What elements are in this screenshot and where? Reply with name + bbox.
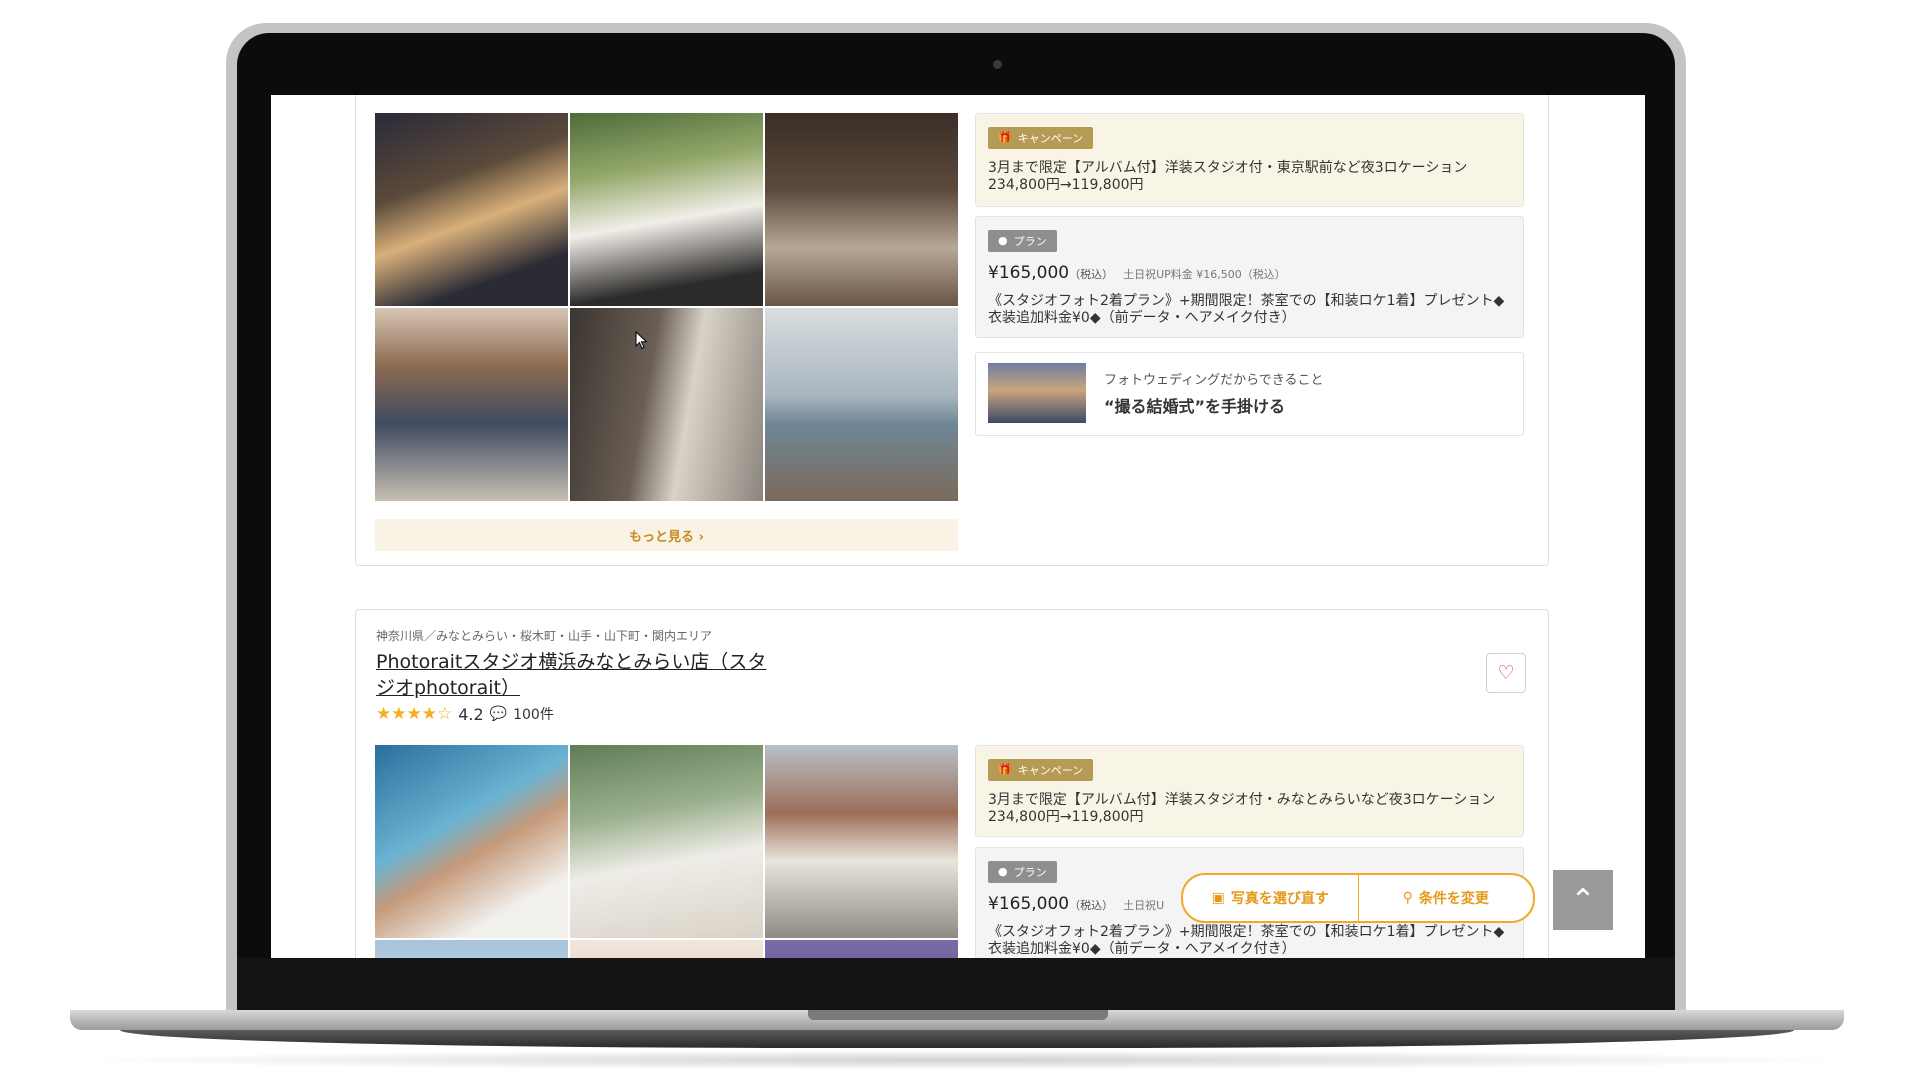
review-count[interactable]: 100件 [513, 704, 554, 724]
heart-icon: ♡ [1497, 662, 1515, 684]
rating-row: ★★★★☆ 4.2 💬 100件 [376, 704, 554, 724]
gallery-photo[interactable] [375, 745, 568, 938]
gift-icon: 🎁 [998, 131, 1012, 144]
laptop-foot [120, 1030, 1794, 1048]
mouse-cursor [635, 331, 648, 350]
gallery-photo[interactable] [375, 113, 568, 306]
reselect-photos-label: 写真を選び直す [1230, 891, 1329, 907]
campaign-tag: 🎁 キャンペーン [988, 126, 1094, 149]
campaign-box[interactable]: 🎁 キャンペーン 3月まで限定【アルバム付】洋装スタジオ付・みなとみらいなど夜3… [975, 745, 1524, 837]
plan-price: ¥165,000 [988, 263, 1070, 283]
search-icon: ⚲ [1402, 890, 1413, 906]
laptop-notch [808, 1010, 1108, 1020]
gallery-photo[interactable] [375, 308, 568, 501]
gift-icon: 🎁 [998, 763, 1012, 776]
campaign-tag-label: キャンペーン [1017, 763, 1084, 777]
gallery-photo[interactable] [570, 113, 763, 306]
plan-icon: ● [998, 865, 1008, 878]
campaign-text: 3月まで限定【アルバム付】洋装スタジオ付・みなとみらいなど夜3ロケーション234… [988, 792, 1496, 825]
favorite-button[interactable]: ♡ [1486, 653, 1526, 693]
gallery-photo[interactable] [570, 308, 763, 501]
studio-name-link[interactable]: Photoraitスタジオ横浜みなとみらい店（スタジオphotorait） [376, 649, 776, 701]
reselect-photos-button[interactable]: ▣ 写真を選び直す [1183, 875, 1358, 921]
area-breadcrumb: 神奈川県／みなとみらい・桜木町・山手・山下町・関内エリア [376, 629, 713, 643]
campaign-text: 3月まで限定【アルバム付】洋装スタジオ付・東京駅前など夜3ロケーション234,8… [988, 160, 1468, 193]
gallery-photo[interactable] [570, 940, 763, 958]
webcam [993, 60, 1002, 69]
plan-text: 《スタジオフォト2着プラン》+期間限定！茶室での【和装ロケ1着】プレゼント◆衣装… [988, 293, 1505, 326]
weekend-price-note: 土日祝U [1123, 899, 1165, 912]
campaign-box[interactable]: 🎁 キャンペーン 3月まで限定【アルバム付】洋装スタジオ付・東京駅前など夜3ロケ… [975, 113, 1524, 207]
feature-thumbnail [988, 363, 1086, 423]
plan-tag-label: プラン [1013, 865, 1047, 879]
weekend-price-note: 土日祝UP料金 ¥16,500（税込） [1123, 268, 1286, 281]
browser-viewport: もっと見る › 🎁 キャンペーン 3月まで限定【アルバム付】洋装スタジオ付・東京… [271, 95, 1645, 958]
plan-tax: （税込） [1069, 268, 1114, 281]
plan-tag-label: プラン [1013, 234, 1047, 248]
rating-stars: ★★★★☆ [376, 704, 453, 724]
gallery-photo[interactable] [765, 745, 958, 938]
rating-value: 4.2 [458, 704, 484, 724]
photo-icon: ▣ [1211, 890, 1225, 906]
gallery-photo[interactable] [375, 940, 568, 958]
plan-text: 《スタジオフォト2着プラン》+期間限定！茶室での【和装ロケ1着】プレゼント◆衣装… [988, 924, 1505, 957]
plan-price: ¥165,000 [988, 894, 1070, 914]
campaign-tag: 🎁 キャンペーン [988, 758, 1094, 781]
plan-tag: ● プラン [988, 229, 1057, 252]
laptop-shadow [60, 1050, 1860, 1070]
gallery-photo[interactable] [765, 113, 958, 306]
plan-tag: ● プラン [988, 860, 1057, 883]
photo-grid [375, 113, 958, 501]
change-conditions-button[interactable]: ⚲ 条件を変更 [1359, 875, 1534, 921]
photo-grid [375, 745, 958, 958]
feature-banner[interactable]: フォトウェディングだからできること “撮る結婚式”を手掛ける [975, 352, 1524, 436]
gallery-photo[interactable] [765, 940, 958, 958]
back-to-top-button[interactable]: ⌃ [1553, 870, 1613, 930]
plan-icon: ● [998, 234, 1008, 247]
floating-action-bar: ▣ 写真を選び直す ⚲ 条件を変更 [1181, 873, 1535, 923]
campaign-tag-label: キャンペーン [1017, 131, 1084, 145]
gallery-photo[interactable] [765, 308, 958, 501]
see-more-button[interactable]: もっと見る › [375, 519, 958, 551]
feature-subtitle: フォトウェディングだからできること [1104, 373, 1324, 388]
feature-title: “撮る結婚式”を手掛ける [1104, 397, 1286, 416]
gallery-photo[interactable] [570, 745, 763, 938]
change-conditions-label: 条件を変更 [1418, 891, 1489, 907]
laptop-chin [237, 958, 1675, 1013]
chevron-up-icon: ⌃ [1570, 882, 1596, 918]
plan-tax: （税込） [1069, 899, 1114, 912]
chat-icon: 💬 [489, 706, 508, 722]
plan-box[interactable]: ● プラン ¥165,000 （税込） 土日祝UP料金 ¥16,500（税込） … [975, 216, 1524, 338]
